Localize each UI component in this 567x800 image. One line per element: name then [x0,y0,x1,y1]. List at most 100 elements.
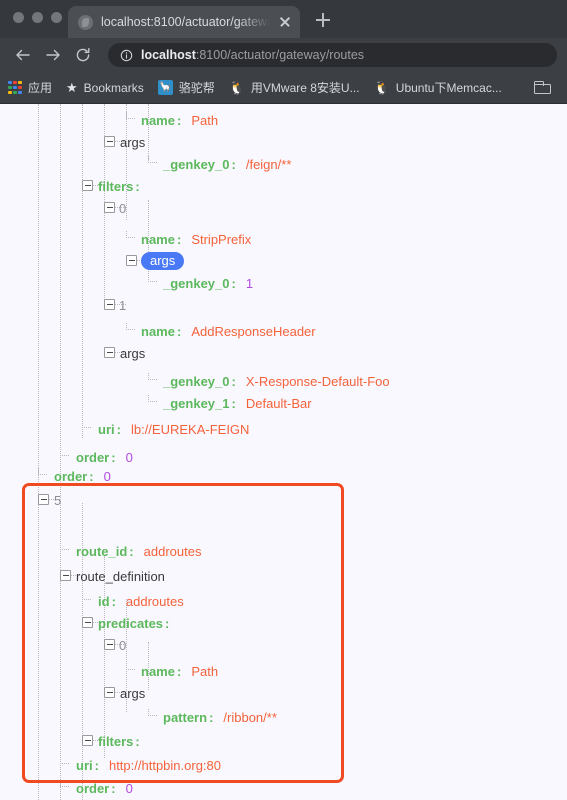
tree-row[interactable]: predicates: [98,612,173,634]
arrow-right-icon [46,49,60,61]
tree-collapse-toggle[interactable] [126,255,137,266]
bookmark-item-apps[interactable]: 应用 [8,79,52,96]
tree-value: 1 [245,275,254,291]
tree-collapse-toggle[interactable] [104,347,115,358]
tree-array-index: 0 [119,637,127,653]
json-tree-viewer[interactable]: name: Path args _genkey_0: /feign/** filters:… [0,104,567,800]
tree-collapse-toggle[interactable] [104,639,115,650]
forward-button[interactable] [40,42,66,68]
tree-row[interactable]: name: AddResponseHeader [141,320,316,342]
tree-row[interactable]: id: addroutes [98,590,184,612]
close-window-button[interactable] [13,12,24,23]
tree-row[interactable]: args [141,250,185,272]
tree-value: X-Response-Default-Foo [245,373,390,389]
reload-button[interactable] [70,42,96,68]
bookmark-label: Ubuntu下Memcac... [395,81,502,95]
tree-row[interactable]: pattern: /ribbon/** [163,706,277,728]
tree-key: args [120,685,146,701]
tree-row[interactable]: uri: lb://EUREKA-FEIGN [98,418,249,440]
tree-array-index: 1 [119,297,127,313]
tree-value: Path [191,663,219,679]
tux-icon: 🐧 [228,80,245,95]
tree-collapse-toggle[interactable] [104,299,115,310]
tree-value: addroutes [143,543,202,559]
tree-row[interactable]: _genkey_1: Default-Bar [163,392,312,414]
tree-row[interactable]: name: Path [141,109,218,131]
tree-key: order [54,468,88,484]
bookmarks-overflow-button[interactable] [534,81,557,94]
new-tab-button[interactable] [310,7,336,33]
tree-row[interactable]: order:0 [54,465,111,487]
tree-row[interactable]: args [120,342,145,364]
bookmark-item-memcached[interactable]: 🐧 Ubuntu下Memcac... [374,79,502,96]
tree-branch-stub [38,468,47,475]
tree-key: route_definition [76,568,165,584]
tree-colon: : [165,615,170,631]
tree-row[interactable]: route_id: addroutes [76,540,201,562]
browser-window: localhost:8100/actuator/gateway/routes [0,0,567,800]
tree-row[interactable]: filters: [98,730,144,752]
tree-row[interactable]: order:0 [76,777,133,799]
tree-branch-stub [148,709,157,716]
tree-row[interactable]: 5 [54,489,61,511]
minimize-window-button[interactable] [32,12,43,23]
url-path: :8100/actuator/gateway/routes [195,48,365,62]
tree-collapse-toggle[interactable] [82,617,93,628]
tree-collapse-toggle[interactable] [82,180,93,191]
address-bar[interactable]: localhost:8100/actuator/gateway/routes [108,43,557,67]
tree-colon: : [231,275,236,291]
tree-key: predicates [98,615,164,631]
tree-row[interactable]: 1 [119,294,126,316]
tree-colon: : [94,757,99,773]
maximize-window-button[interactable] [51,12,62,23]
tree-collapse-toggle[interactable] [38,494,49,505]
tree-row[interactable]: filters: [98,175,144,197]
tree-key: filters [98,178,134,194]
navigation-toolbar: localhost:8100/actuator/gateway/routes [0,38,567,72]
tree-key: args [120,345,146,361]
tree-value: lb://EUREKA-FEIGN [130,421,250,437]
tree-row[interactable]: _genkey_0: X-Response-Default-Foo [163,370,390,392]
globe-favicon [78,14,93,30]
tree-colon: : [176,663,182,679]
tree-row[interactable]: 0 [119,197,126,219]
tree-row[interactable]: _genkey_0:1 [163,272,253,294]
bookmark-item-camel[interactable]: 🦙 骆驼帮 [157,79,215,96]
tree-row[interactable]: name: StripPrefix [141,228,251,250]
tree-colon: : [231,373,236,389]
tree-collapse-toggle[interactable] [82,735,93,746]
browser-tab-active[interactable]: localhost:8100/actuator/gateway/routes [68,6,300,38]
tree-branch-stub [148,156,157,163]
tree-colon: : [231,156,236,172]
tree-row[interactable]: uri: http://httpbin.org:80 [76,754,221,776]
tree-colon: : [111,449,116,465]
tree-collapse-toggle[interactable] [104,136,115,147]
tree-value: 0 [125,449,133,465]
site-info-icon[interactable] [120,49,133,62]
tree-row[interactable]: args [120,131,145,153]
tree-key: args [120,134,146,150]
tree-branch-stub [148,373,157,380]
tree-collapse-toggle[interactable] [60,570,71,581]
tree-row[interactable]: _genkey_0: /feign/** [163,153,291,175]
tree-colon: : [116,421,121,437]
tree-row[interactable]: args [120,682,145,704]
bookmark-item-vmware[interactable]: 🐧 用VMware 8安装U... [229,79,360,96]
tree-key: order [76,780,110,796]
tree-key: uri [98,421,115,437]
tree-collapse-toggle[interactable] [104,202,115,213]
tree-row[interactable]: route_definition [76,565,165,587]
tree-guide-line [38,104,39,800]
tree-branch-stub [82,421,91,428]
tree-colon: : [209,709,214,725]
tree-colon: : [176,112,182,128]
tree-row[interactable]: 0 [119,634,126,656]
tree-collapse-toggle[interactable] [104,687,115,698]
bookmark-item-bookmarks[interactable]: ★ Bookmarks [66,81,144,95]
tree-colon: : [89,468,94,484]
back-button[interactable] [10,42,36,68]
close-tab-icon[interactable] [276,13,294,31]
tree-row[interactable]: name: Path [141,660,218,682]
tree-branch-stub [60,449,69,456]
tree-branch-stub [126,231,135,238]
